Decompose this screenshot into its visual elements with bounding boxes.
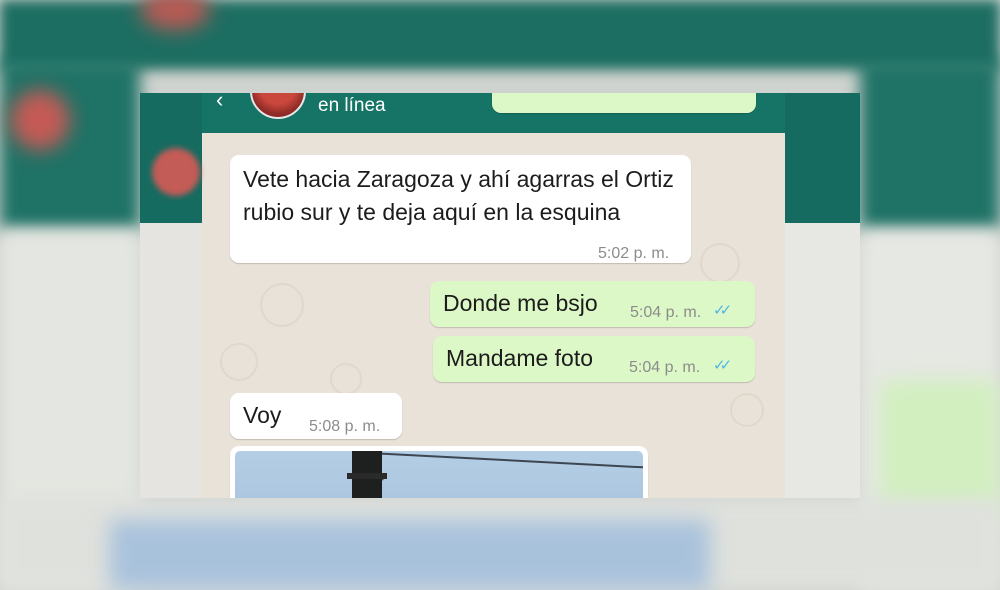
back-arrow-icon[interactable]: ‹	[216, 93, 223, 113]
photo-wire	[369, 452, 643, 469]
message-bubble-photo[interactable]	[230, 446, 648, 498]
background-layer-right	[785, 93, 860, 498]
message-text: Voy	[243, 402, 282, 428]
contact-status: en línea	[318, 95, 386, 116]
wallpaper-doodle	[730, 393, 764, 427]
message-time: 5:04 p. m.	[629, 359, 701, 376]
photo-pole-bracket	[347, 473, 387, 479]
message-bubble-incoming[interactable]: Vete hacia Zaragoza y ahí agarras el Ort…	[230, 155, 691, 263]
message-time: 5:02 p. m.	[598, 245, 670, 262]
wallpaper-doodle	[260, 283, 304, 327]
message-bubble-outgoing[interactable]: Donde me bsjo 5:04 p. m. ✓✓	[430, 281, 755, 327]
wallpaper-doodle	[220, 343, 258, 381]
wallpaper-doodle	[330, 363, 362, 395]
blurred-backdrop-left-header	[0, 60, 140, 230]
background-list-strip	[785, 223, 860, 498]
message-text: Mandame foto	[446, 345, 594, 371]
message-bubble-outgoing[interactable]: Mandame foto 5:04 p. m. ✓✓	[433, 336, 755, 382]
background-avatar	[152, 148, 200, 196]
chat-screenshot: ‹ en línea Vete hacia Zaragoza y ahí aga…	[140, 93, 860, 498]
contact-avatar[interactable]	[250, 93, 306, 119]
message-bubble-partial[interactable]	[492, 93, 756, 113]
photo-thumbnail[interactable]	[235, 451, 643, 498]
blurred-photo-bottom	[110, 520, 710, 590]
background-list-strip	[140, 223, 202, 498]
wallpaper-doodle	[700, 243, 740, 283]
message-time: 5:04 p. m.	[630, 304, 702, 321]
background-layer-left	[140, 93, 202, 498]
blurred-avatar-left	[10, 90, 70, 150]
read-receipt-icon: ✓✓	[713, 357, 732, 374]
message-bubble-incoming[interactable]: Voy 5:08 p. m.	[230, 393, 402, 439]
background-header-strip	[785, 93, 860, 223]
read-receipt-icon: ✓✓	[713, 302, 732, 319]
message-text: Donde me bsjo	[443, 290, 598, 316]
message-time: 5:08 p. m.	[309, 418, 381, 435]
message-text: Vete hacia Zaragoza y ahí agarras el Ort…	[243, 166, 674, 225]
blurred-backdrop-right-header	[860, 60, 1000, 230]
